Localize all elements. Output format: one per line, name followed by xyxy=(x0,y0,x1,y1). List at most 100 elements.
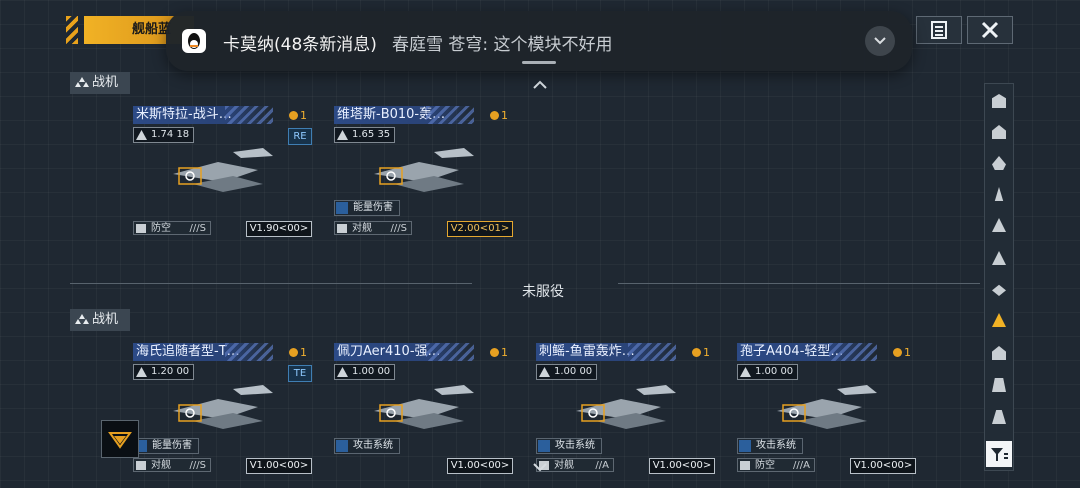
class-filter-icon-11[interactable] xyxy=(992,410,1006,424)
class-filter-icon-3[interactable] xyxy=(992,156,1006,170)
role-tag: 防空 ///S xyxy=(133,221,211,235)
trait-tag: 能量伤害 xyxy=(334,200,400,216)
name-hatch xyxy=(829,343,877,361)
trait-icon xyxy=(336,440,348,452)
role-rank: ///S xyxy=(390,223,407,234)
role-label: 防空 xyxy=(151,223,171,234)
ship-class-icon xyxy=(136,367,147,377)
stat-value: 1.00 00 xyxy=(755,366,794,377)
cost-icon xyxy=(289,348,298,357)
class-filter-icon-7[interactable] xyxy=(992,284,1006,296)
cost-value: 1 xyxy=(501,109,508,122)
section-header-fighters: 战机 xyxy=(70,72,130,94)
ship-card[interactable]: 米斯特拉-战斗… 1 1.74 18 RE 防空///S V1.90<00> xyxy=(133,106,313,237)
class-filter-icon-2[interactable] xyxy=(992,125,1006,139)
role-icon xyxy=(740,461,750,470)
deploy-cost: 1 xyxy=(289,109,307,122)
version-label: V1.00<00> xyxy=(447,458,513,474)
fighter-icon xyxy=(75,314,89,324)
class-filter-icon-10[interactable] xyxy=(992,378,1006,392)
ship-stat: 1.20 00 xyxy=(133,364,195,380)
fighter-filter-icon[interactable] xyxy=(992,313,1006,327)
role-icon xyxy=(136,224,146,233)
ship-card[interactable]: 孢子A404-轻型… 1 1.00 00 攻击系统 防空///A V1.00<00> xyxy=(737,343,917,474)
class-filter-icon-1[interactable] xyxy=(992,94,1006,108)
ship-image xyxy=(374,385,474,429)
ship-card[interactable]: 维塔斯-B010-轰… 1 1.65 35 能量伤害 对舰///S V2.00<01> xyxy=(334,106,514,237)
notification-handle[interactable] xyxy=(522,61,556,64)
class-filter-icon-5[interactable] xyxy=(992,218,1006,232)
filter-icon xyxy=(991,448,1008,461)
name-hatch xyxy=(225,343,273,361)
version-label: V2.00<01> xyxy=(447,221,513,237)
cost-icon xyxy=(692,348,701,357)
stat-value: 1.20 00 xyxy=(151,366,190,377)
divider-left xyxy=(70,283,472,284)
ship-card[interactable]: 海氏追随者型-T… 1 1.20 00 TE 能量伤害 对舰///S V1.00<00> xyxy=(133,343,313,474)
ship-class-icon xyxy=(539,367,550,377)
cost-value: 1 xyxy=(703,346,710,359)
notification-message: 春庭雪 苍穹: 这个模块不好用 xyxy=(392,35,613,55)
deploy-cost: 1 xyxy=(490,109,508,122)
role-label: 对舰 xyxy=(352,223,372,234)
trait-icon xyxy=(336,202,348,214)
name-hatch xyxy=(426,106,474,124)
tab-stripe xyxy=(66,16,78,44)
filter-button[interactable] xyxy=(986,441,1012,467)
section-label: 战机 xyxy=(92,75,119,90)
close-icon xyxy=(981,21,999,39)
deploy-cost: 1 xyxy=(490,346,508,359)
stat-value: 1.00 00 xyxy=(554,366,593,377)
cost-value: 1 xyxy=(300,346,307,359)
version-label: V1.00<00> xyxy=(649,458,715,474)
ship-image xyxy=(173,148,273,192)
version-label: V1.00<00> xyxy=(850,458,916,474)
ship-class-icon xyxy=(337,130,348,140)
trait-label: 能量伤害 xyxy=(353,202,393,213)
trait-icon xyxy=(739,440,751,452)
role-tag: 对舰 ///S xyxy=(133,458,211,472)
role-label: 对舰 xyxy=(151,460,171,471)
emblem-icon xyxy=(108,432,132,449)
class-filter-icon-4[interactable] xyxy=(994,187,1004,201)
divider-right xyxy=(618,283,980,284)
ship-stat: 1.74 18 xyxy=(133,127,195,143)
divider-label: 未服役 xyxy=(522,284,564,300)
class-filter-icon-6[interactable] xyxy=(992,251,1006,265)
ship-class-filter-bar xyxy=(984,83,1014,471)
qq-notification[interactable]: 卡莫纳(48条新消息) 春庭雪 苍穹: 这个模块不好用 xyxy=(166,11,912,71)
role-icon xyxy=(136,461,146,470)
chevron-down-icon[interactable] xyxy=(532,462,548,472)
trait-label: 攻击系统 xyxy=(555,440,595,451)
ship-stat: 1.65 35 xyxy=(334,127,396,143)
stat-value: 1.74 18 xyxy=(151,129,190,140)
class-filter-icon-9[interactable] xyxy=(992,346,1006,360)
trait-icon xyxy=(538,440,550,452)
role-rank: ///S xyxy=(189,223,206,234)
cost-value: 1 xyxy=(300,109,307,122)
close-button[interactable] xyxy=(967,16,1013,44)
ship-stat: 1.00 00 xyxy=(737,364,799,380)
qq-app-icon xyxy=(182,29,206,53)
section-label: 战机 xyxy=(92,312,119,327)
version-label: V1.00<00> xyxy=(246,458,312,474)
trait-label: 攻击系统 xyxy=(756,440,796,451)
fighter-icon xyxy=(75,77,89,87)
section-header-fighters-2: 战机 xyxy=(70,309,130,331)
cost-value: 1 xyxy=(904,346,911,359)
variant-badge: TE xyxy=(288,365,312,382)
expand-notification-button[interactable] xyxy=(865,26,895,56)
ship-class-icon xyxy=(136,130,147,140)
cost-icon xyxy=(490,111,499,120)
commander-avatar[interactable] xyxy=(101,420,139,458)
ship-card[interactable]: 佩刀Aer410-强… 1 1.00 00 攻击系统 V1.00<00> xyxy=(334,343,514,474)
trait-tag: 攻击系统 xyxy=(737,438,803,454)
ship-card[interactable]: 刺鳐-鱼雷轰炸… 1 1.00 00 攻击系统 对舰//A V1.00<00> xyxy=(536,343,716,474)
trait-label: 攻击系统 xyxy=(353,440,393,451)
stat-value: 1.65 35 xyxy=(352,129,391,140)
notes-button[interactable] xyxy=(916,16,962,44)
cost-icon xyxy=(289,111,298,120)
chevron-up-icon[interactable] xyxy=(532,80,548,90)
name-hatch xyxy=(426,343,474,361)
version-label: V1.90<00> xyxy=(246,221,312,237)
